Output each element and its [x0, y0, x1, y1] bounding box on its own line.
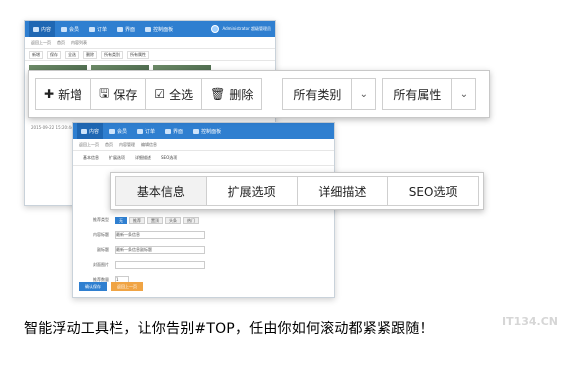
select-all-button[interactable]: ☑ 全选 — [146, 79, 203, 109]
content-icon — [81, 128, 87, 134]
mini-tab-basic[interactable]: 基本信息 — [83, 155, 99, 161]
add-button[interactable]: ✚ 新增 — [36, 79, 92, 109]
nav-item-control-panel[interactable]: 控制面板 — [141, 21, 177, 37]
mini-toolbar: 新增 保存 全选 删除 所有类别 所有属性 — [25, 49, 275, 61]
crumb-home[interactable]: 首页 — [105, 142, 113, 148]
plus-icon: ✚ — [44, 87, 55, 101]
breadcrumb: 返回上一页 首页 内容列表 — [25, 37, 275, 49]
action-button-group: ✚ 新增 🖫 保存 ☑ 全选 🗑 删除 — [35, 78, 263, 110]
interface-icon — [117, 26, 124, 32]
breadcrumb: 返回上一页 首页 内容管理 编辑信息 — [73, 139, 334, 151]
nav-item-orders[interactable]: 订单 — [133, 123, 159, 139]
nav-item-members[interactable]: 会员 — [105, 123, 131, 139]
crumb-current: 编辑信息 — [141, 141, 157, 147]
mini-add-button[interactable]: 新增 — [29, 50, 43, 59]
user-menu[interactable]: Administrator 超级管理员 — [211, 25, 275, 33]
tab-extended-options[interactable]: 扩展选项 — [207, 177, 298, 205]
orders-icon — [89, 26, 96, 32]
form-row-recommend: 推荐类型 无 推荐 置顶 头条 热门 — [83, 214, 324, 226]
chip[interactable]: 头条 — [165, 216, 181, 224]
chip[interactable]: 热门 — [183, 216, 199, 224]
members-icon — [109, 128, 116, 134]
subtitle-input[interactable]: 最新一条信息副标题 — [115, 246, 205, 254]
category-select[interactable]: 所有类别 ⌄ — [282, 78, 377, 110]
back-link[interactable]: 返回上一页 — [79, 142, 99, 148]
delete-button[interactable]: 🗑 删除 — [202, 79, 262, 109]
mini-category-select[interactable]: 所有类别 — [101, 50, 123, 59]
content-icon — [33, 26, 39, 32]
floating-tab-bar: 基本信息 扩展选项 详细描述 SEO选项 — [110, 172, 484, 210]
mini-tab-bar: 基本信息 扩展选项 详细描述 SEO选项 — [73, 151, 334, 166]
mini-tab-extended[interactable]: 扩展选项 — [109, 155, 125, 161]
attribute-select[interactable]: 所有属性 ⌄ — [382, 78, 477, 110]
tab-basic-info[interactable]: 基本信息 — [116, 177, 207, 205]
nav-item-control-panel[interactable]: 控制面板 — [189, 123, 225, 139]
chip[interactable]: 置顶 — [147, 216, 163, 224]
orders-icon — [137, 128, 144, 134]
form-actions: 确认保存 返回上一页 — [79, 282, 143, 291]
nav-item-orders[interactable]: 订单 — [85, 21, 111, 37]
checkbox-icon: ☑ — [154, 87, 166, 101]
save-button[interactable]: 🖫 保存 — [91, 79, 147, 109]
nav-item-interface[interactable]: 界面 — [113, 21, 139, 37]
form-row-cover: 封面图片 — [83, 259, 324, 271]
confirm-save-button[interactable]: 确认保存 — [79, 282, 107, 291]
floating-toolbar: ✚ 新增 🖫 保存 ☑ 全选 🗑 删除 所有类别 ⌄ 所有属性 ⌄ — [28, 70, 490, 118]
back-link[interactable]: 返回上一页 — [31, 40, 51, 46]
caption-text: 智能浮动工具栏，让你告别#TOP，任由你如何滚动都紧紧跟随！ — [24, 321, 434, 337]
mini-attribute-select[interactable]: 所有属性 — [127, 50, 149, 59]
nav-item-content[interactable]: 内容 — [77, 123, 104, 139]
nav-item-content[interactable]: 内容 — [29, 21, 56, 37]
title-input[interactable]: 最新一条信息 — [115, 231, 205, 239]
chip[interactable]: 无 — [115, 216, 127, 224]
chip[interactable]: 推荐 — [129, 216, 145, 224]
top-nav-bar: 内容 会员 订单 界面 控制面板 — [73, 123, 334, 139]
save-icon: 🖫 — [99, 85, 110, 100]
form-row-subtitle: 副标题 最新一条信息副标题 — [83, 244, 324, 256]
tab-detailed-description[interactable]: 详细描述 — [298, 177, 389, 205]
tab-seo-options[interactable]: SEO选项 — [388, 177, 478, 205]
mini-select-all-button[interactable]: 全选 — [65, 50, 79, 59]
members-icon — [61, 26, 68, 32]
tab-row: 基本信息 扩展选项 详细描述 SEO选项 — [115, 176, 479, 206]
nav-item-interface[interactable]: 界面 — [161, 123, 187, 139]
crumb-home[interactable]: 首页 — [57, 40, 65, 46]
form-row-title: 内容标题 最新一条信息 — [83, 229, 324, 241]
nav-item-members[interactable]: 会员 — [57, 21, 83, 37]
watermark-logo: IT134.CN — [501, 315, 558, 328]
front-edit-window: 内容 会员 订单 界面 控制面板 返回上一页 首页 内容管理 编辑信息 基本信息… — [72, 122, 335, 298]
recommend-chips: 无 推荐 置顶 头条 热门 — [115, 216, 199, 224]
crumb-current: 内容列表 — [71, 39, 87, 45]
control-panel-icon — [145, 26, 152, 32]
chevron-down-icon: ⌄ — [451, 78, 475, 110]
mini-tab-details[interactable]: 详细描述 — [135, 155, 151, 161]
mini-save-button[interactable]: 保存 — [47, 50, 61, 59]
control-panel-icon — [193, 128, 200, 134]
mini-tab-seo[interactable]: SEO选项 — [161, 155, 177, 161]
avatar — [211, 25, 220, 33]
chevron-down-icon: ⌄ — [351, 78, 375, 110]
go-back-button[interactable]: 返回上一页 — [111, 282, 143, 291]
interface-icon — [165, 128, 172, 134]
cover-input[interactable] — [115, 261, 205, 269]
trash-icon: 🗑 — [210, 87, 226, 101]
stage: 内容 会员 订单 界面 控制面板 Administrator 超级管理员 返回上… — [0, 0, 580, 369]
mini-delete-button[interactable]: 删除 — [83, 50, 97, 59]
crumb-content[interactable]: 内容管理 — [119, 142, 135, 148]
top-nav-bar: 内容 会员 订单 界面 控制面板 Administrator 超级管理员 — [25, 21, 275, 37]
